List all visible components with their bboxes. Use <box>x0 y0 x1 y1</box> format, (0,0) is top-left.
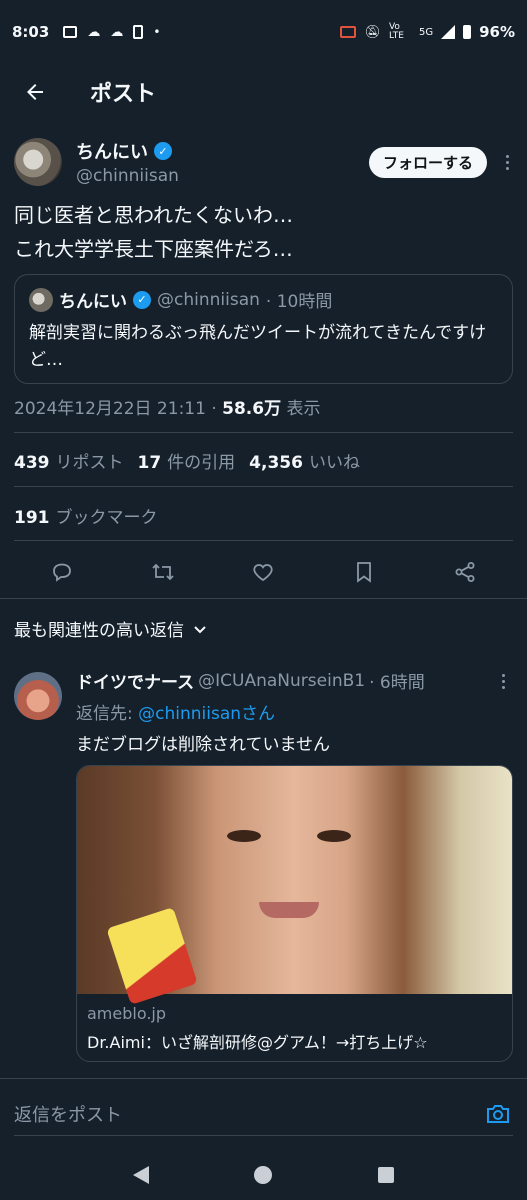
share-icon[interactable] <box>451 558 479 586</box>
divider <box>14 486 513 487</box>
page-title: ポスト <box>90 82 157 107</box>
repost-icon[interactable] <box>149 558 177 586</box>
top-app-bar: ポスト <box>0 64 527 120</box>
divider <box>14 432 513 433</box>
divider <box>14 540 513 541</box>
author-handle[interactable]: @chinniisan <box>76 166 179 186</box>
avatar[interactable] <box>14 672 62 720</box>
likes-label: いいね <box>308 453 360 473</box>
reply-to-line: 返信先: @chinniisanさん <box>76 699 513 724</box>
reposts-label: リポスト <box>55 453 124 473</box>
link-card-domain: ameblo.jp <box>87 1004 167 1023</box>
reply-composer: 返信をポスト <box>0 1078 527 1150</box>
reply-text: まだブログは削除されていません <box>76 735 330 755</box>
quoted-time: · 10時間 <box>265 292 333 312</box>
bookmark-icon[interactable] <box>350 558 378 586</box>
nav-recents-icon[interactable] <box>378 1167 395 1183</box>
lte-label: Vo LTE <box>388 22 404 41</box>
nav-back-icon[interactable] <box>132 1166 149 1184</box>
reposts-stat[interactable]: 439 リポスト <box>14 448 124 473</box>
reply-input[interactable]: 返信をポスト <box>14 1101 122 1127</box>
reply-tweet[interactable]: ドイツでナース @ICUAnaNurseinB1 · 6時間 返信先: @chi… <box>14 668 513 1062</box>
status-time: 8:03 <box>12 23 50 41</box>
quoted-text: 解剖実習に関わるぶっ飛んだツイートが流れてきたんですけど… <box>29 323 487 370</box>
author-name[interactable]: ちんにい <box>76 138 148 164</box>
bookmarks-label: ブックマーク <box>55 508 158 528</box>
reply-sort-label: 最も関連性の高い返信 <box>14 621 184 641</box>
tweet-meta: 2024年12月22日 21:11 · 58.6万 表示 <box>14 394 321 419</box>
link-card-title: Dr.Aimi：いざ解剖研修@グアム！→打ち上げ☆ <box>87 1033 428 1052</box>
cast-icon <box>340 26 357 38</box>
phone-icon <box>133 25 144 39</box>
likes-count: 4,356 <box>249 453 303 473</box>
mute-icon: 🔕︎ <box>364 24 381 40</box>
chevron-down-icon <box>194 625 206 633</box>
verified-icon: ✓ <box>133 290 151 309</box>
quotes-stat[interactable]: 17 件の引用 <box>138 448 236 473</box>
reply-to-handle[interactable]: @chinniisanさん <box>138 704 275 724</box>
link-card[interactable]: ameblo.jp Dr.Aimi：いざ解剖研修@グアム！→打ち上げ☆ <box>76 765 513 1062</box>
reply-to-prefix: 返信先: <box>76 704 139 724</box>
avatar[interactable] <box>14 138 62 186</box>
quoted-avatar <box>29 287 53 312</box>
follow-button[interactable]: フォローする <box>368 146 487 178</box>
view-count: 58.6万 <box>222 399 282 419</box>
dot-icon: • <box>153 25 161 39</box>
more-icon[interactable] <box>497 674 509 689</box>
divider <box>0 598 527 599</box>
reply-author-name[interactable]: ドイツでナース <box>76 668 194 693</box>
likes-stat[interactable]: 4,356 いいね <box>249 448 360 473</box>
reply-time: · 6時間 <box>369 673 425 693</box>
reply-sort-dropdown[interactable]: 最も関連性の高い返信 <box>14 616 208 641</box>
reposts-count: 439 <box>14 453 50 473</box>
system-nav-bar <box>0 1150 527 1200</box>
link-card-image <box>77 766 512 1005</box>
tweet-line-2: これ大学学長土下座案件だろ… <box>14 237 293 261</box>
signal-icon <box>441 25 456 39</box>
engagement-stats: 439 リポスト 17 件の引用 4,356 いいね <box>14 448 360 473</box>
cloud-icon-2: ☁ <box>110 24 124 40</box>
status-bar: 8:03 ☁ ☁ • 🔕︎ Vo LTE 5G 96% <box>0 0 527 64</box>
gallery-icon <box>63 26 78 38</box>
like-icon[interactable] <box>249 558 277 586</box>
camera-icon[interactable] <box>485 1101 511 1127</box>
quotes-label: 件の引用 <box>167 453 236 473</box>
tweet-line-1: 同じ医者と思われたくないわ… <box>14 203 293 227</box>
tweet-text: 同じ医者と思われたくないわ… これ大学学長土下座案件だろ… <box>14 198 513 266</box>
cloud-icon: ☁ <box>87 24 101 40</box>
bookmarks-stat[interactable]: 191 ブックマーク <box>14 503 158 528</box>
battery-icon <box>463 25 472 39</box>
bookmarks-count: 191 <box>14 508 50 528</box>
quoted-tweet[interactable]: ちんにい ✓ @chinniisan · 10時間 解剖実習に関わるぶっ飛んだツ… <box>14 274 513 384</box>
nav-home-icon[interactable] <box>254 1166 273 1184</box>
quoted-handle: @chinniisan <box>157 289 260 310</box>
back-arrow-icon[interactable] <box>20 77 50 107</box>
tweet-author: ちんにい ✓ @chinniisan フォローする <box>14 134 513 190</box>
tweet-datetime: 2024年12月22日 21:11 · <box>14 399 223 419</box>
quotes-count: 17 <box>137 453 162 473</box>
battery-level: 96% <box>479 23 515 41</box>
quoted-author-name: ちんにい <box>59 292 127 312</box>
network-label: 5G <box>418 26 434 38</box>
reply-icon[interactable] <box>48 558 76 586</box>
reply-handle: @ICUAnaNurseinB1 <box>198 670 366 691</box>
composer-underline <box>14 1135 513 1136</box>
views-label: 表示 <box>281 399 321 419</box>
more-icon[interactable] <box>501 154 513 170</box>
verified-icon: ✓ <box>154 142 172 160</box>
tweet-actions <box>0 552 527 592</box>
